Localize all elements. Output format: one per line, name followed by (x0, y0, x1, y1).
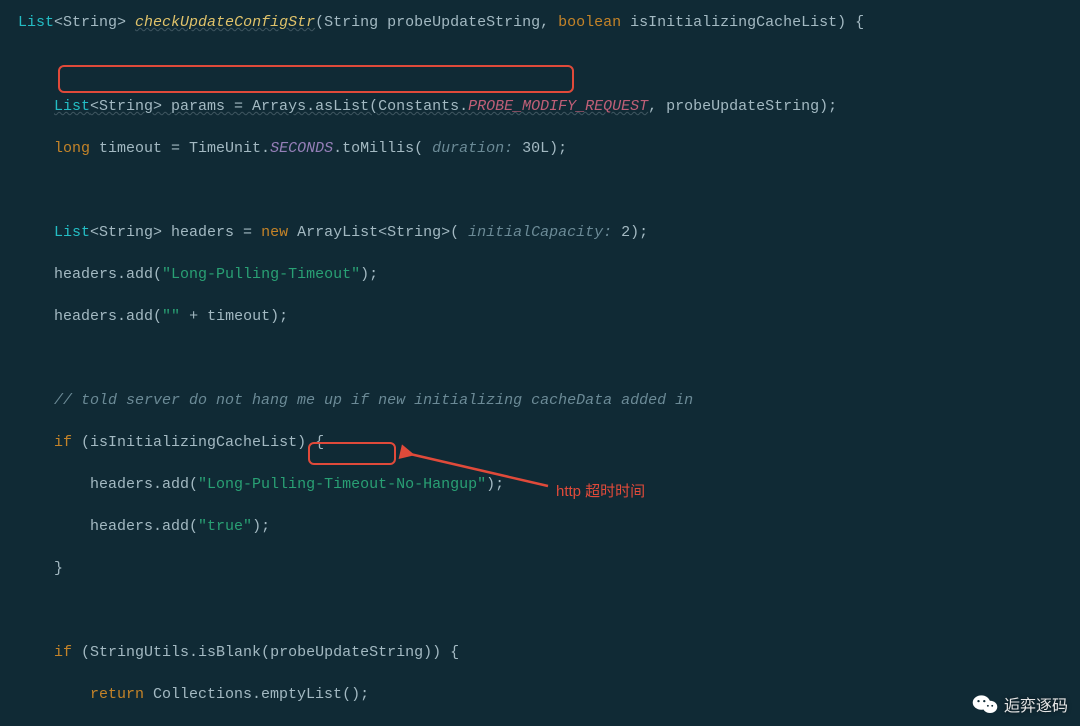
timeunit-seconds: SECONDS (270, 140, 333, 157)
wechat-watermark: 逅弈逐码 (972, 692, 1068, 716)
comment: // told server do not hang me up if new … (54, 392, 693, 409)
method-name: checkUpdateConfigStr (135, 14, 315, 31)
watermark-text: 逅弈逐码 (1004, 692, 1068, 716)
inlay-hint-duration: duration: (423, 140, 522, 157)
wechat-icon (972, 693, 998, 715)
code-block: List<String> checkUpdateConfigStr(String… (0, 12, 1080, 726)
inlay-hint-capacity: initialCapacity: (459, 224, 621, 241)
annotation-arrow (398, 440, 558, 500)
token-type: List (18, 14, 54, 31)
code-editor: List<String> checkUpdateConfigStr(String… (0, 0, 1080, 726)
annotation-text: http 超时时间 (556, 480, 645, 501)
